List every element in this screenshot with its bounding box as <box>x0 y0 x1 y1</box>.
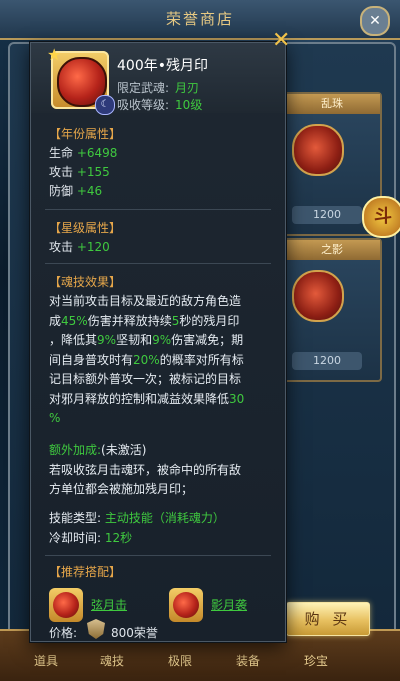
moon-badge-icon: ☾ <box>95 95 115 115</box>
skill-line: % <box>49 411 61 425</box>
buy-button[interactable]: 购 买 <box>286 602 370 636</box>
star-attributes: 【星级属性】 攻击 +120 <box>49 219 273 257</box>
event-badge-icon[interactable]: 斗 <box>362 196 400 238</box>
tab-item[interactable]: 魂技 <box>100 652 124 669</box>
skill-section-title: 【魂技效果】 <box>49 275 122 289</box>
attr-row: 生命 +6498 <box>49 144 273 163</box>
absorb-value: 10级 <box>175 98 203 112</box>
absorb-row: 吸收等级: 10级 <box>117 96 202 113</box>
recommend-link[interactable]: 影月袭 <box>211 596 247 613</box>
skill-line: 对当前攻击目标及最近的敌方角色造 <box>49 294 242 308</box>
shop-slot-title: 之影 <box>284 240 380 260</box>
soul-ring-icon <box>292 270 344 322</box>
soul-ring-icon <box>292 124 344 176</box>
attr-label: 攻击 <box>49 165 74 179</box>
item-name: 400年•残月印 <box>117 58 208 74</box>
divider <box>45 555 271 556</box>
limit-label: 限定武魂: <box>117 81 170 95</box>
soul-ring-item-icon: ★ ☾ <box>47 45 115 115</box>
skill-type-row: 技能类型: 主动技能（消耗魂力） <box>49 511 225 525</box>
skill-line: 间自身普攻时有20%的概率对所有标 <box>49 352 244 367</box>
skill-line: 成45%伤害并释放持续5秒的残月印 <box>49 313 240 328</box>
skill-description: 对当前攻击目标及最近的敌方角色造 成45%伤害并释放持续5秒的残月印 ，降低其9… <box>49 292 277 429</box>
shop-title: 荣誉商店 <box>165 10 234 28</box>
attr-value: +155 <box>76 165 110 179</box>
shop-slot-price: 1200 <box>292 352 362 370</box>
divider <box>45 209 271 210</box>
section-title: 【星级属性】 <box>49 221 122 235</box>
price-value: 800荣誉 <box>111 626 158 640</box>
recommend-link[interactable]: 弦月击 <box>91 596 127 613</box>
absorb-label: 吸收等级: <box>117 98 170 112</box>
skill-meta: 技能类型: 主动技能（消耗魂力） 冷却时间: 12秒 <box>49 509 277 548</box>
star-icon: ★ <box>47 45 62 64</box>
extra-bonus: 额外加成:(未激活) 若吸收弦月击魂环，被命中的所有敌 方单位都会被施加残月印； <box>49 441 277 500</box>
shop-close-button[interactable]: ✕ <box>360 6 390 36</box>
honor-icon <box>87 619 105 639</box>
attr-label: 防御 <box>49 184 74 198</box>
skill-line: 对邪月释放的控制和减益效果降低30 <box>49 391 245 406</box>
tab-item[interactable]: 珍宝 <box>304 652 328 669</box>
attr-value: +120 <box>76 240 110 254</box>
soul-ring-icon[interactable] <box>169 588 203 622</box>
skill-line: 记目标额外普攻一次；被标记的目标 <box>49 372 242 386</box>
recommend-title: 【推荐搭配】 <box>49 565 122 579</box>
attr-value: +46 <box>76 184 103 198</box>
extra-title-row: 额外加成:(未激活) <box>49 443 147 457</box>
price-label: 价格: <box>49 626 78 640</box>
close-icon[interactable]: ✕ <box>272 30 290 52</box>
section-title: 【年份属性】 <box>49 127 122 141</box>
attr-label: 生命 <box>49 146 74 160</box>
attr-value: +6498 <box>76 146 118 160</box>
limit-value: 月刃 <box>175 81 200 95</box>
attr-row: 攻击 +155 <box>49 163 273 182</box>
tab-item[interactable]: 装备 <box>236 652 260 669</box>
limit-row: 限定武魂: 月刃 <box>117 79 199 96</box>
shop-slot[interactable]: 之影 1200 <box>282 238 382 382</box>
year-attributes: 【年份属性】 生命 +6498 攻击 +155 防御 +46 <box>49 125 273 201</box>
extra-line: 若吸收弦月击魂环，被命中的所有敌 <box>49 462 242 477</box>
item-tooltip: ★ ☾ 400年•残月印 限定武魂: 月刃 吸收等级: 10级 【年份属性】 生命 … <box>30 42 286 642</box>
shop-slot-price: 1200 <box>292 206 362 224</box>
shop-header: 荣誉商店 ✕ <box>0 0 400 40</box>
cooldown-row: 冷却时间: 12秒 <box>49 530 133 545</box>
soul-ring-icon[interactable] <box>49 588 83 622</box>
attr-row: 攻击 +120 <box>49 238 273 257</box>
extra-line: 方单位都会被施加残月印； <box>49 482 194 496</box>
attr-label: 攻击 <box>49 240 74 254</box>
skill-line: ，降低其9%坚韧和9%伤害减免；期 <box>49 333 244 347</box>
attr-row: 防御 +46 <box>49 182 273 201</box>
tab-item[interactable]: 极限 <box>168 652 192 669</box>
shop-slot-title: 乱珠 <box>284 94 380 114</box>
divider <box>45 263 271 264</box>
tab-item[interactable]: 道具 <box>34 652 58 669</box>
